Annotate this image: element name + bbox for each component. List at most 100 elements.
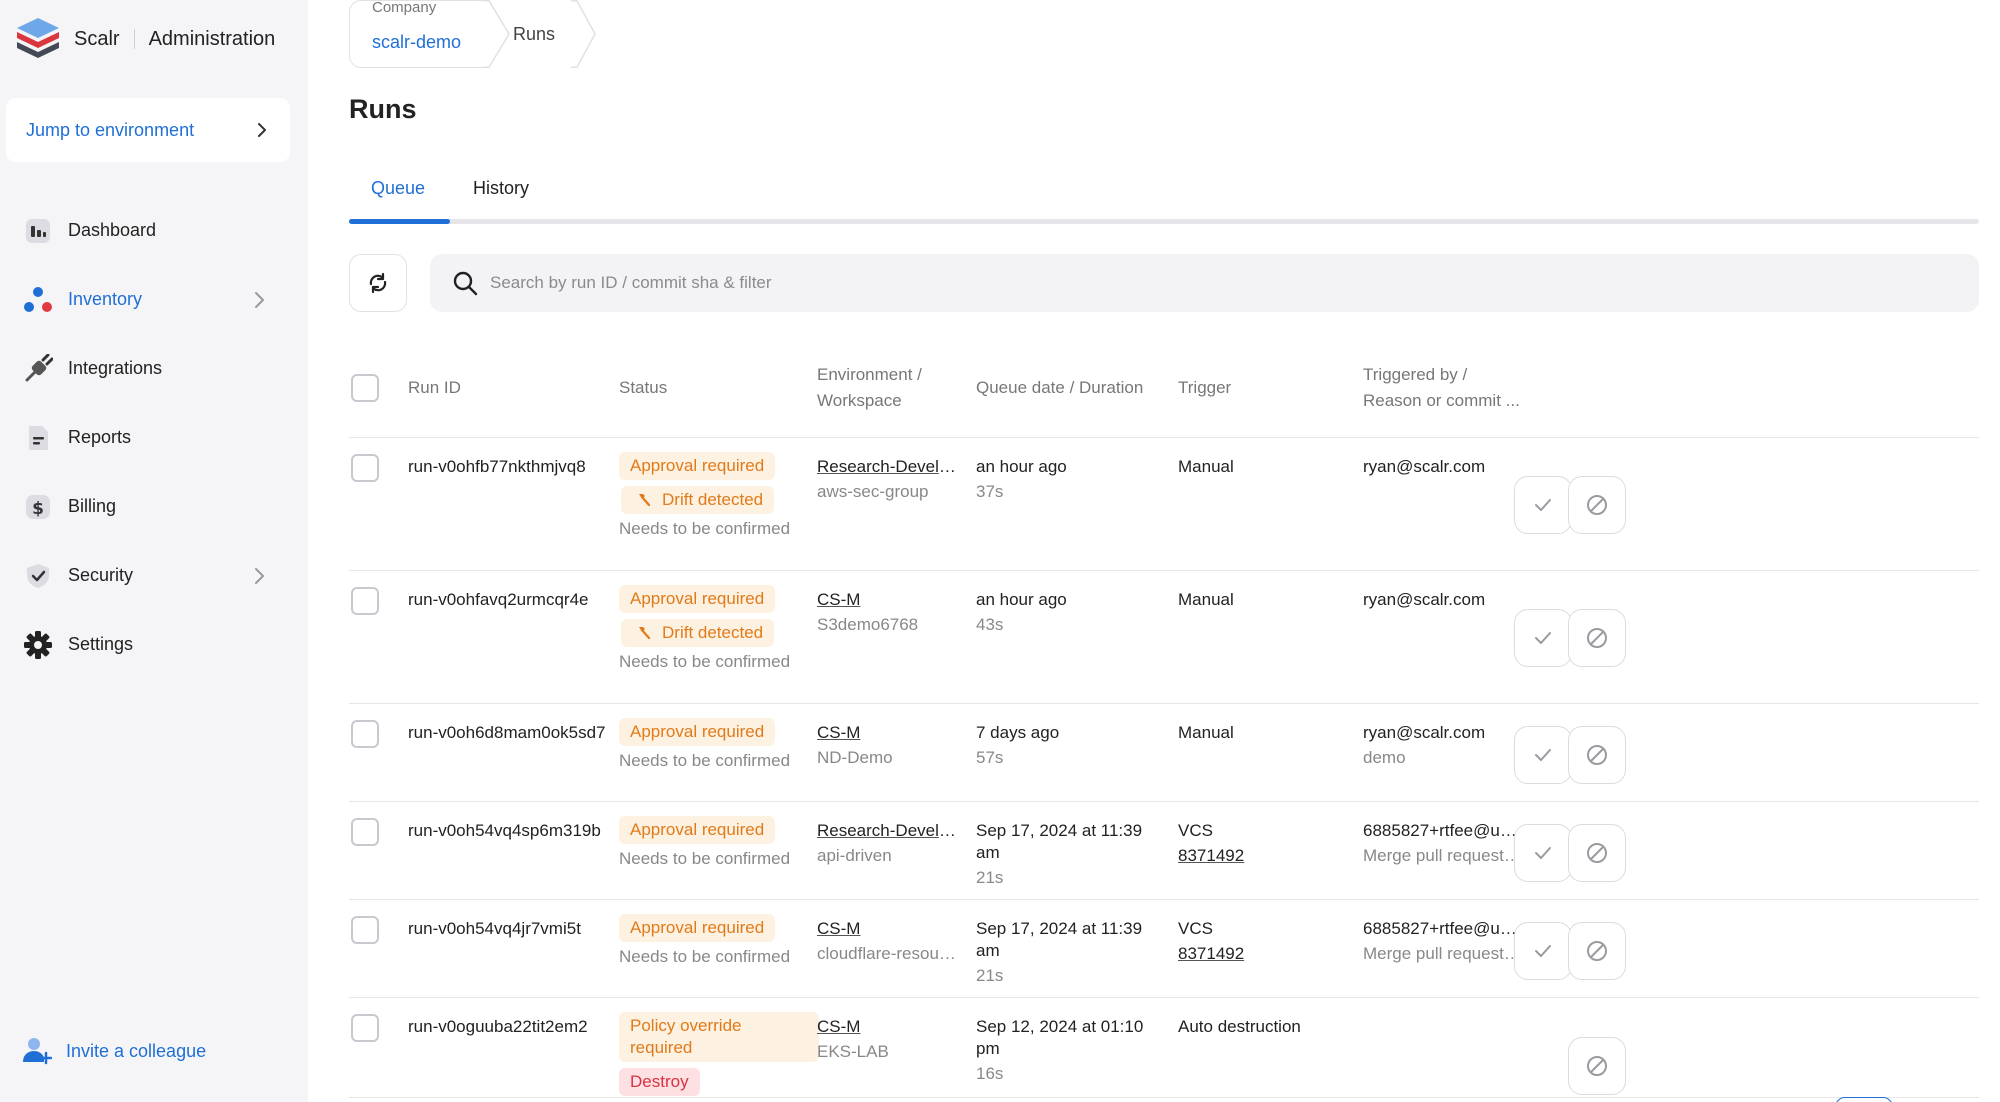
main-content: Company scalr-demo Runs Runs Queue Histo… [308,0,2000,1102]
table-row[interactable]: run-v0ohfavq2urmcqr4e Approval required Dr… [349,571,1979,704]
environment-link[interactable]: Research-Develop... [817,820,957,842]
brand[interactable]: Scalr Administration [14,16,275,62]
environment-link[interactable]: Research-Develop... [817,456,957,478]
triggered-by-cell: ryan@scalr.com demo [1363,722,1523,769]
invite-colleague-link[interactable]: Invite a colleague [22,1036,206,1066]
row-checkbox[interactable] [351,1014,379,1042]
table-row[interactable]: run-v0oh6d8mam0ok5sd7 Approval required Ne… [349,704,1979,802]
triggered-by-cell: 6885827+rtfee@users.... Merge pull reques… [1363,918,1523,965]
environment-link[interactable]: CS-M [817,589,957,611]
tab-queue[interactable]: Queue [371,178,425,199]
run-id[interactable]: run-v0oguuba22tit2em2 [408,1016,588,1038]
table-row[interactable]: run-v0oguuba22tit2em2 Policy override req… [349,998,1979,1098]
run-id[interactable]: run-v0oh54vq4jr7vmi5t [408,918,581,940]
status-badge: Approval required [619,585,776,613]
queue-cell: 7 days ago 57s [976,722,1166,769]
check-icon [1535,632,1551,644]
sidebar-item-security[interactable]: Security [0,541,308,610]
row-checkbox[interactable] [351,587,379,615]
queue-date: Sep 17, 2024 at 11:39 am [976,919,1143,960]
environment-link[interactable]: CS-M [817,722,957,744]
triggered-by-cell: 6885827+rtfee@users.... Merge pull reques… [1363,820,1523,867]
header-environment-line2: Workspace [817,391,902,410]
row-checkbox[interactable] [351,720,379,748]
search-bar [430,254,1979,312]
invite-label: Invite a colleague [66,1040,207,1061]
row-checkbox[interactable] [351,818,379,846]
status-cell: Approval required Needs to be confirmed [619,914,819,968]
breadcrumb-current-border [416,0,616,68]
triggered-by: ryan@scalr.com [1363,723,1486,742]
sidebar-item-reports[interactable]: Reports [0,403,308,472]
status-badge-label: Approval required [630,456,765,475]
header-triggered-by: Triggered by / Reason or commit ... [1363,362,1520,414]
sidebar-item-dashboard[interactable]: Dashboard [0,196,308,265]
status-note: Needs to be confirmed [619,947,791,966]
search-input[interactable] [490,273,1890,293]
sidebar-item-inventory[interactable]: Inventory [0,265,308,334]
table-row[interactable]: run-v0oh54vq4jr7vmi5t Approval required Ne… [349,900,1979,998]
approve-button[interactable] [1514,609,1572,667]
trigger-type: Manual [1178,723,1234,742]
approve-button[interactable] [1514,922,1572,980]
approve-button[interactable] [1514,824,1572,882]
run-id[interactable]: run-v0oh54vq4sp6m319b [408,820,601,842]
sidebar-item-label: Inventory [68,289,143,309]
sidebar-item-label: Reports [68,427,132,447]
tab-history[interactable]: History [473,178,529,199]
approve-button[interactable] [1514,476,1572,534]
triggered-by: ryan@scalr.com [1363,590,1486,609]
status-badge: Approval required [619,452,776,480]
trigger-type: Manual [1178,457,1234,476]
scroll-peek-button[interactable] [1835,1097,1893,1102]
approve-button[interactable] [1514,726,1572,784]
workspace-name: api-driven [817,846,892,865]
sidebar-item-settings[interactable]: Settings [0,610,308,679]
status-note: Needs to be confirmed [619,849,791,868]
run-duration: 16s [976,1064,1004,1083]
queue-cell: Sep 17, 2024 at 11:39 am 21s [976,918,1166,987]
table-row[interactable]: run-v0ohfb77nkthmjvq8 Approval required Dr… [349,438,1979,571]
refresh-button[interactable] [349,254,407,312]
cancel-run-button[interactable] [1568,1037,1626,1095]
workspace-name: ND-Demo [817,748,893,767]
select-all-checkbox[interactable] [351,374,379,402]
table-row[interactable]: run-v0oh54vq4sp6m319b Approval required Ne… [349,802,1979,900]
chevron-right-icon [258,123,266,137]
commit-link[interactable]: 8371492 [1178,845,1244,867]
row-checkbox[interactable] [351,454,379,482]
dashboard-icon [22,215,54,247]
cancel-run-button[interactable] [1568,726,1626,784]
hammer-icon [639,627,651,640]
run-id[interactable]: run-v0ohfb77nkthmjvq8 [408,456,586,478]
cancel-run-button[interactable] [1568,476,1626,534]
cancel-run-button[interactable] [1568,824,1626,882]
search-icon [453,271,478,296]
sidebar-item-billing[interactable]: $ Billing [0,472,308,541]
triggered-by-cell: ryan@scalr.com [1363,589,1523,611]
commit-link[interactable]: 8371492 [1178,943,1244,965]
environment-link[interactable]: CS-M [817,918,957,940]
queue-cell: an hour ago 37s [976,456,1166,503]
run-id[interactable]: run-v0oh6d8mam0ok5sd7 [408,722,606,744]
jump-to-environment-button[interactable]: Jump to environment [6,98,290,162]
run-id[interactable]: run-v0ohfavq2urmcqr4e [408,589,588,611]
status-badge: Approval required [619,914,776,942]
header-triggered-by-line1: Triggered by / [1363,365,1468,384]
run-duration: 21s [976,966,1004,985]
scalr-logo-icon [17,18,59,58]
security-icon [22,560,54,592]
cancel-run-button[interactable] [1568,922,1626,980]
cancel-run-button[interactable] [1568,609,1626,667]
refresh-icon [369,272,387,294]
status-cell: Approval required Drift detected Needs to … [619,452,819,540]
cancel-icon [1587,745,1607,765]
check-icon [1535,749,1551,761]
sidebar-item-integrations[interactable]: Integrations [0,334,308,403]
status-note: Needs to be confirmed [619,652,791,671]
hammer-icon [639,494,651,507]
environment-link[interactable]: CS-M [817,1016,957,1038]
row-checkbox[interactable] [351,916,379,944]
run-duration: 37s [976,482,1004,501]
status-note: Needs to be confirmed [619,519,791,538]
